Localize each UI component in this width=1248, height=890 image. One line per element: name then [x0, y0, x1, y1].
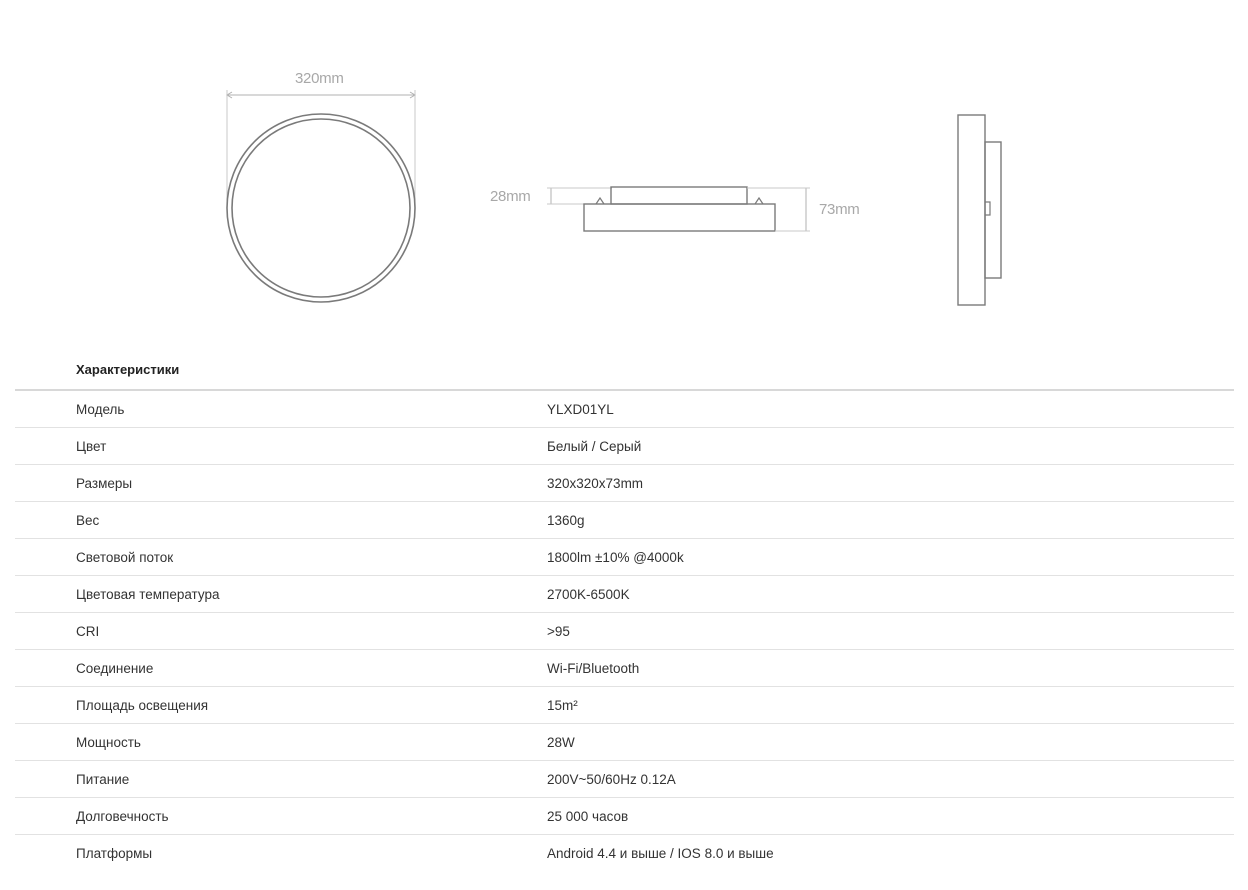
spec-row: Питание 200V~50/60Hz 0.12A	[15, 761, 1234, 798]
spec-row: Соединение Wi-Fi/Bluetooth	[15, 650, 1234, 687]
spec-value: 320x320x73mm	[547, 476, 644, 491]
mount-base	[610, 186, 748, 205]
spec-key: CRI	[76, 624, 100, 639]
lamp-body	[583, 203, 776, 232]
spec-key: Цветовая температура	[76, 587, 220, 602]
spec-key: Долговечность	[76, 809, 169, 824]
spec-key: Цвет	[76, 439, 107, 454]
spec-row: Цвет Белый / Серый	[15, 428, 1234, 465]
spec-key: Платформы	[76, 846, 153, 861]
side-mount	[984, 141, 1002, 279]
spec-key: Питание	[76, 772, 130, 787]
spec-row: Долговечность 25 000 часов	[15, 798, 1234, 835]
spec-row: Цветовая температура 2700K-6500K	[15, 576, 1234, 613]
spec-row: Световой поток 1800lm ±10% @4000k	[15, 539, 1234, 576]
width-label: 320mm	[295, 70, 344, 87]
spec-table: Модель YLXD01YL Цвет Белый / Серый Размеры 32…	[15, 389, 1234, 871]
spec-value: >95	[547, 624, 570, 639]
side-clip	[985, 201, 991, 216]
spec-key: Световой поток	[76, 550, 174, 565]
spec-value: Android 4.4 и выше / IOS 8.0 и выше	[547, 846, 774, 861]
spec-row: Площадь освещения 15m²	[15, 687, 1234, 724]
total-height-label: 73mm	[819, 201, 860, 218]
spec-row: Мощность 28W	[15, 724, 1234, 761]
spec-row: Размеры 320x320x73mm	[15, 465, 1234, 502]
mount-feet	[595, 196, 764, 205]
spec-key: Размеры	[76, 476, 133, 491]
front-view	[547, 186, 810, 232]
spec-value: 25 000 часов	[547, 809, 629, 824]
spec-key: Вес	[76, 513, 100, 528]
spec-key: Площадь освещения	[76, 698, 209, 713]
spec-value: YLXD01YL	[547, 402, 614, 417]
base-height-label: 28mm	[490, 188, 531, 205]
spec-row: Вес 1360g	[15, 502, 1234, 539]
spec-value: 15m²	[547, 698, 578, 713]
lamp-outer-ring	[226, 113, 416, 303]
product-drawing: 320mm 28mm 73mm	[0, 0, 1248, 340]
spec-value: Wi-Fi/Bluetooth	[547, 661, 640, 676]
spec-row: Модель YLXD01YL	[15, 391, 1234, 428]
side-view	[957, 114, 1002, 306]
spec-value: Белый / Серый	[547, 439, 642, 454]
spec-rows: Модель YLXD01YL Цвет Белый / Серый Размеры 32…	[15, 391, 1234, 871]
spec-row: CRI >95	[15, 613, 1234, 650]
spec-value: 2700K-6500K	[547, 587, 630, 602]
top-view	[226, 90, 416, 303]
spec-value: 28W	[547, 735, 575, 750]
section-title: Характеристики	[76, 362, 180, 377]
spec-value: 200V~50/60Hz 0.12A	[547, 772, 676, 787]
dimension-diagram	[226, 90, 1002, 306]
spec-value: 1360g	[547, 513, 585, 528]
spec-key: Соединение	[76, 661, 154, 676]
spec-key: Модель	[76, 402, 125, 417]
side-body	[957, 114, 986, 306]
lamp-inner-ring	[231, 118, 411, 298]
spec-value: 1800lm ±10% @4000k	[547, 550, 684, 565]
spec-row: Платформы Android 4.4 и выше / IOS 8.0 и …	[15, 835, 1234, 871]
spec-key: Мощность	[76, 735, 141, 750]
